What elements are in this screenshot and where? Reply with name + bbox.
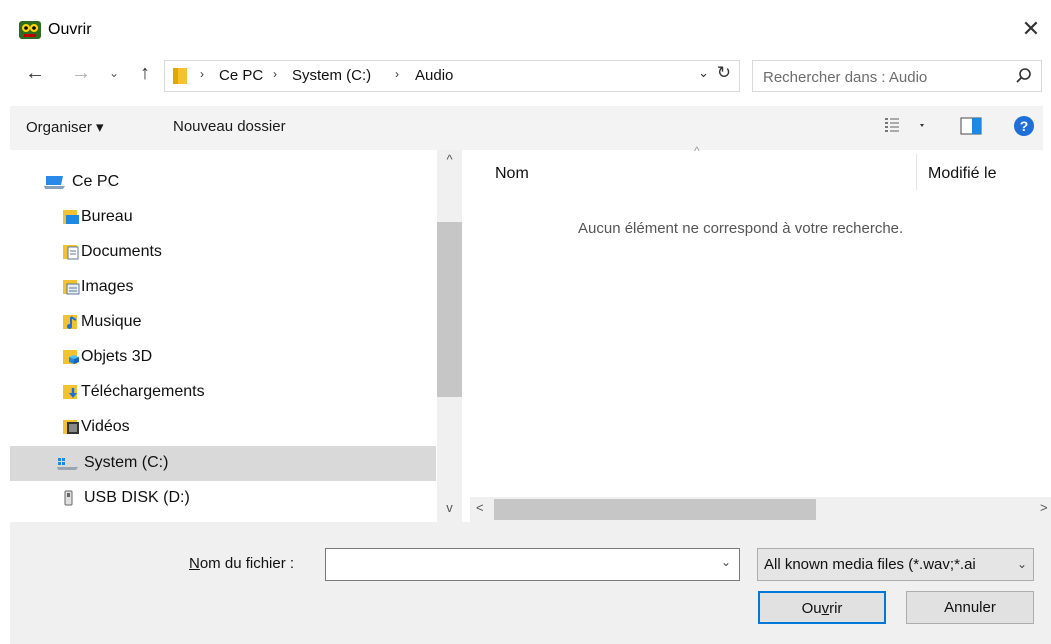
open-label-start: Ou [801, 600, 822, 617]
filename-label: Nom du fichier : [189, 555, 294, 572]
sidebar-item-images[interactable]: Images [10, 270, 436, 305]
sidebar-item-label: USB DISK (D:) [84, 489, 190, 506]
column-divider[interactable] [916, 154, 917, 190]
search-icon[interactable] [1015, 67, 1033, 85]
breadcrumb-audio[interactable]: Audio [415, 67, 453, 84]
filetype-select[interactable]: All known media files (*.wav;*.ai ⌄ [757, 548, 1034, 581]
filename-label-text: om du fichier : [199, 555, 295, 572]
breadcrumb-separator: › [200, 67, 204, 81]
filename-input[interactable] [332, 554, 706, 576]
change-view-icon[interactable] [884, 114, 924, 138]
sidebar-item-label: Bureau [81, 208, 133, 225]
system-drive-icon [57, 458, 78, 470]
help-icon[interactable]: ? [1013, 115, 1035, 137]
scroll-down-icon[interactable]: v [437, 500, 462, 520]
app-icon [19, 21, 41, 39]
svg-text:?: ? [1020, 118, 1029, 134]
videos-folder-icon [63, 420, 79, 434]
desktop-folder-icon [63, 210, 79, 224]
cancel-button[interactable]: Annuler [906, 591, 1034, 624]
sidebar-item-ce-pc[interactable]: Ce PC [10, 165, 436, 200]
search-input[interactable] [761, 65, 1005, 89]
dialog-footer [10, 522, 1051, 644]
sort-indicator-icon: ^ [694, 144, 700, 158]
open-label-end: rir [829, 600, 843, 617]
preview-pane-icon[interactable] [960, 116, 982, 136]
sidebar-item-label: System (C:) [84, 454, 169, 471]
scroll-right-icon[interactable]: > [1040, 500, 1048, 515]
organize-button[interactable]: Organiser ▾ [26, 118, 104, 136]
forward-button[interactable]: → [68, 62, 94, 92]
close-button[interactable]: ✕ [1016, 14, 1046, 44]
sidebar-item-videos[interactable]: Vidéos [10, 410, 436, 445]
sidebar-item-label: Téléchargements [81, 383, 205, 400]
navigation-pane: Ce PC Bureau Documents Images Musique Ob… [10, 150, 462, 522]
sidebar-item-objets-3d[interactable]: Objets 3D [10, 340, 436, 375]
address-dropdown-icon[interactable]: ⌄ [698, 65, 709, 81]
breadcrumb-separator: › [395, 67, 399, 81]
images-folder-icon [63, 280, 80, 295]
refresh-icon[interactable]: ↻ [717, 63, 731, 83]
scroll-up-icon[interactable]: ^ [437, 152, 462, 172]
recent-locations-button[interactable]: ⌄ [106, 66, 122, 90]
filetype-dropdown-icon[interactable]: ⌄ [1017, 557, 1027, 571]
filename-label-accelerator: N [189, 555, 200, 572]
empty-message: Aucun élément ne correspond à votre rech… [578, 220, 904, 237]
sidebar-item-label: Musique [81, 313, 142, 330]
sidebar-item-documents[interactable]: Documents [10, 235, 436, 270]
sidebar-item-label: Objets 3D [81, 348, 153, 365]
pc-icon [44, 176, 65, 189]
filename-combobox[interactable]: ⌄ [325, 548, 740, 581]
sidebar-item-label: Vidéos [81, 418, 130, 435]
up-button[interactable]: ↑ [132, 62, 158, 92]
breadcrumb-ce-pc[interactable]: Ce PC [219, 67, 263, 84]
sidebar-item-label: Ce PC [72, 173, 120, 190]
open-button[interactable]: Ouvrir [758, 591, 886, 624]
sidebar-item-musique[interactable]: Musique [10, 305, 436, 340]
column-header-modified[interactable]: Modifié le [928, 165, 996, 183]
filetype-value: All known media files (*.wav;*.ai [764, 556, 976, 573]
folder-icon [173, 68, 187, 84]
sidebar-item-system-c[interactable]: System (C:) [10, 446, 436, 481]
breadcrumb-system-c[interactable]: System (C:) [292, 67, 371, 84]
file-list[interactable] [466, 150, 1051, 522]
back-button[interactable]: ← [22, 62, 48, 92]
sidebar-item-label: Images [81, 278, 134, 295]
new-folder-button[interactable]: Nouveau dossier [173, 118, 286, 135]
navigation-scrollbar-thumb[interactable] [437, 222, 462, 397]
title-bar [0, 0, 1051, 64]
sidebar-item-bureau[interactable]: Bureau [10, 200, 436, 235]
scroll-left-icon[interactable]: < [476, 500, 484, 515]
column-header-name[interactable]: Nom [495, 165, 529, 183]
documents-folder-icon [63, 245, 79, 260]
window-title: Ouvrir [48, 21, 92, 38]
horizontal-scrollbar-thumb[interactable] [494, 499, 816, 520]
sidebar-item-label: Documents [81, 243, 162, 260]
search-box[interactable] [752, 60, 1042, 92]
sidebar-item-telechargements[interactable]: Téléchargements [10, 375, 436, 410]
breadcrumb-separator: › [273, 67, 277, 81]
usb-drive-icon [64, 490, 73, 506]
sidebar-item-usb-disk[interactable]: USB DISK (D:) [10, 481, 436, 516]
window-edge [0, 150, 10, 644]
filename-dropdown-icon[interactable]: ⌄ [721, 555, 731, 569]
open-label-accelerator: v [821, 600, 830, 617]
music-folder-icon [63, 315, 77, 329]
downloads-folder-icon [63, 385, 77, 399]
3d-objects-folder-icon [63, 350, 79, 364]
address-bar[interactable]: › Ce PC › System (C:) › Audio ⌄ ↻ [164, 60, 740, 92]
